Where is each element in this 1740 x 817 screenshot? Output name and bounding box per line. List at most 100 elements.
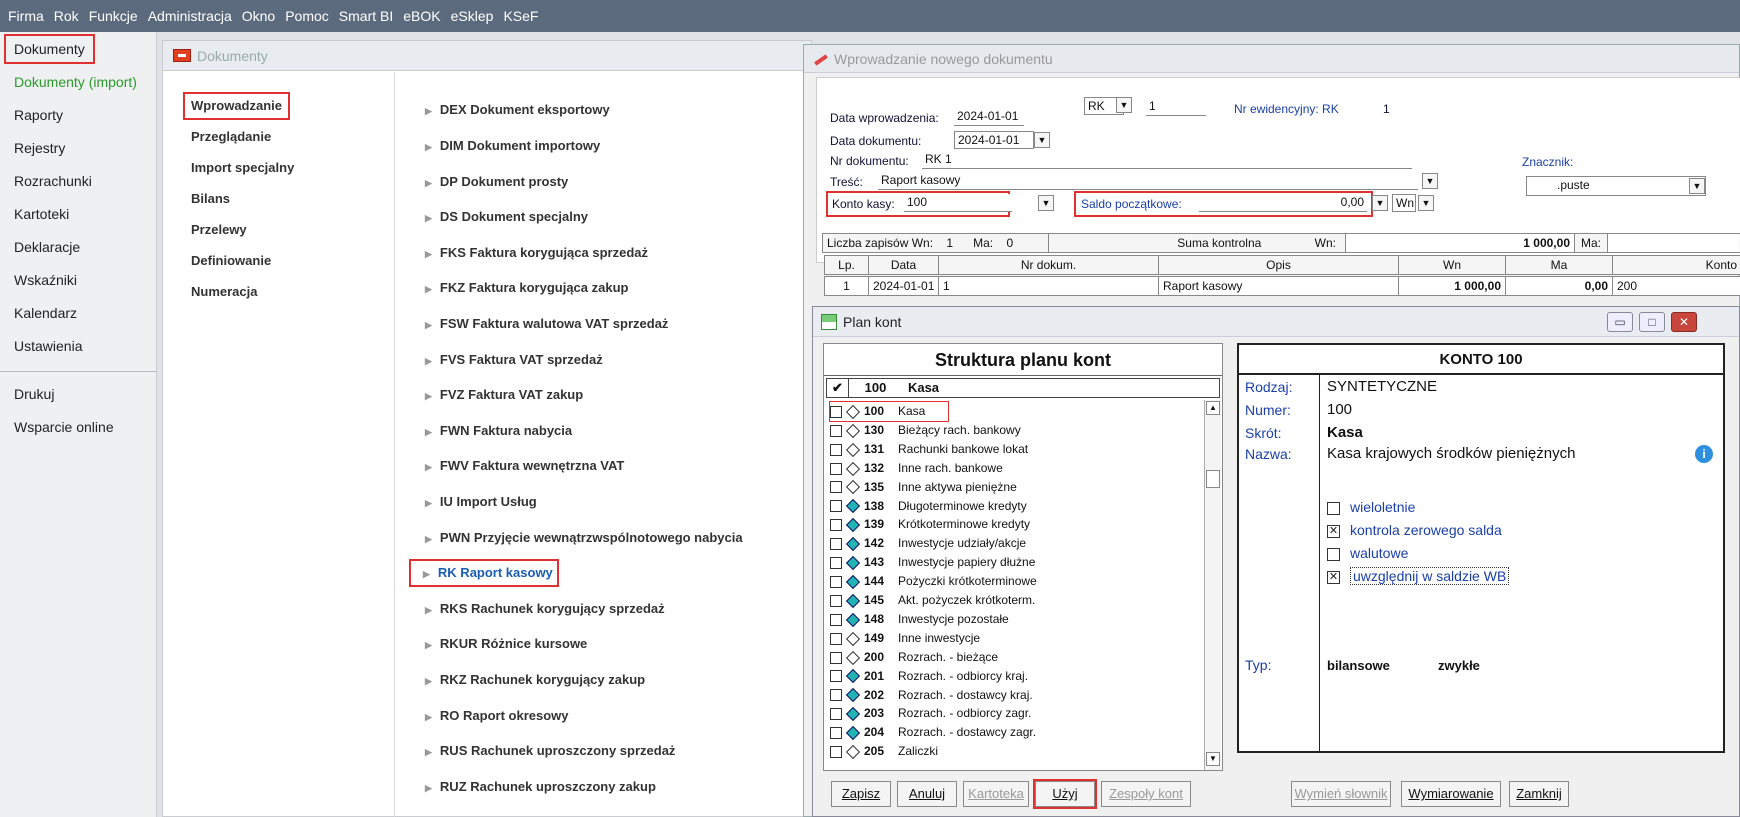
saldo-dropdown-icon[interactable]: ▼	[1372, 195, 1388, 211]
info-icon[interactable]: i	[1695, 445, 1713, 463]
doc-type-item[interactable]: ▶ FWV Faktura wewnętrzna VAT	[413, 454, 628, 478]
data-dokumentu-field[interactable]: 2024-01-01	[954, 131, 1034, 149]
col-nr-dokum[interactable]: Nr dokum.	[939, 256, 1159, 274]
scroll-down-icon[interactable]: ▼	[1206, 752, 1220, 766]
checkbox-icon[interactable]	[830, 708, 842, 721]
nav-item-dokumenty[interactable]: Dokumenty	[4, 34, 95, 64]
checkbox-icon[interactable]	[830, 519, 842, 532]
nr-dokumentu-field[interactable]: RK 1	[922, 151, 1412, 169]
col-ma[interactable]: Ma	[1506, 256, 1613, 274]
account-row[interactable]: 148 Inwestycje pozostałe	[830, 610, 1009, 629]
close-icon[interactable]: ✕	[1671, 312, 1697, 332]
kartoteka-button[interactable]: Kartoteka	[963, 781, 1029, 807]
tresc-field[interactable]: Raport kasowy	[878, 172, 1418, 190]
calendar-dropdown-icon[interactable]: ▼	[1034, 132, 1050, 148]
nav-item-dokumenty-import[interactable]: Dokumenty (import)	[6, 69, 145, 95]
sub-item-definiowanie[interactable]: Definiowanie	[185, 249, 277, 273]
checkbox-wieloletnie[interactable]: wieloletnie	[1327, 499, 1415, 515]
sub-item-bilans[interactable]: Bilans	[185, 187, 236, 211]
nav-item-ustawienia[interactable]: Ustawienia	[6, 333, 90, 359]
account-row[interactable]: 145 Akt. pożyczek krótkoterm.	[830, 591, 1035, 610]
doc-type-item[interactable]: ▶ RO Raport okresowy	[413, 704, 573, 728]
menu-pomoc[interactable]: Pomoc	[285, 8, 329, 24]
tree-scrollbar[interactable]: ▲ ▼	[1204, 400, 1221, 770]
doc-type-item[interactable]: ▶ FVS Faktura VAT sprzedaż	[413, 348, 607, 372]
account-row[interactable]: 100 Kasa	[829, 401, 949, 422]
menu-funkcje[interactable]: Funkcje	[89, 8, 138, 24]
checkbox-icon[interactable]	[830, 481, 842, 494]
konto-dropdown-icon[interactable]: ▼	[1038, 195, 1054, 211]
doc-type-item[interactable]: ▶ FVZ Faktura VAT zakup	[413, 383, 587, 407]
menu-firma[interactable]: Firma	[8, 8, 44, 24]
sub-item-numeracja[interactable]: Numeracja	[185, 280, 263, 304]
menu-rok[interactable]: Rok	[54, 8, 79, 24]
doc-type-item[interactable]: ▶ DS Dokument specjalny	[413, 205, 592, 229]
col-wn[interactable]: Wn	[1399, 256, 1506, 274]
account-row[interactable]: 201 Rozrach. - odbiorcy kraj.	[830, 667, 1028, 686]
checkbox-icon[interactable]	[830, 405, 842, 418]
checkbox-icon[interactable]	[830, 538, 842, 551]
checkbox-icon[interactable]	[830, 727, 842, 740]
zapisz-button[interactable]: Zapisz	[831, 781, 891, 807]
nav-item-rozrachunki[interactable]: Rozrachunki	[6, 168, 100, 194]
col-opis[interactable]: Opis	[1159, 256, 1399, 274]
wymien-slownik-button[interactable]: Wymień słownik	[1291, 781, 1391, 807]
nav-item-drukuj[interactable]: Drukuj	[6, 381, 62, 407]
doc-type-item[interactable]: ▶ RUZ Rachunek uproszczony zakup	[413, 775, 660, 799]
nav-item-kartoteki[interactable]: Kartoteki	[6, 201, 77, 227]
doc-type-item[interactable]: ▶ DIM Dokument importowy	[413, 134, 604, 158]
nav-item-deklaracje[interactable]: Deklaracje	[6, 234, 88, 260]
tresc-dropdown-icon[interactable]: ▼	[1422, 173, 1438, 189]
doc-type-item[interactable]: ▶ FKZ Faktura korygująca zakup	[413, 276, 632, 300]
checkbox-icon[interactable]	[830, 575, 842, 588]
doc-type-item[interactable]: ▶ PWN Przyjęcie wewnątrzwspólnotowego nab…	[413, 526, 747, 550]
doc-type-item[interactable]: ▶ RKUR Różnice kursowe	[413, 632, 591, 656]
menu-ksef[interactable]: KSeF	[503, 8, 538, 24]
menu-okno[interactable]: Okno	[242, 8, 275, 24]
rk-dropdown-icon[interactable]: ▼	[1116, 97, 1132, 113]
zespoly-kont-button[interactable]: Zespoły kont	[1101, 781, 1191, 807]
checkbox-icon[interactable]	[830, 613, 842, 626]
table-row[interactable]: 1 2024-01-01 1 Raport kasowy 1 000,00 0,…	[824, 276, 1740, 296]
menu-ebok[interactable]: eBOK	[403, 8, 440, 24]
account-row[interactable]: 132 Inne rach. bankowe	[830, 459, 1003, 478]
account-row[interactable]: 143 Inwestycje papiery dłużne	[830, 553, 1035, 572]
menu-smart-bi[interactable]: Smart BI	[339, 8, 393, 24]
checkbox-icon[interactable]	[830, 500, 842, 513]
doc-type-item[interactable]: ▶ DP Dokument prosty	[413, 170, 572, 194]
account-row[interactable]: 149 Inne inwestycje	[830, 629, 980, 648]
col-data[interactable]: Data	[869, 256, 939, 274]
anuluj-button[interactable]: Anuluj	[897, 781, 957, 807]
checkbox-icon[interactable]	[830, 594, 842, 607]
account-row[interactable]: 130 Bieżący rach. bankowy	[830, 421, 1021, 440]
nav-item-raporty[interactable]: Raporty	[6, 102, 71, 128]
nav-item-wskazniki[interactable]: Wskaźniki	[6, 267, 85, 293]
side-dropdown-icon[interactable]: ▼	[1418, 195, 1434, 211]
scroll-thumb[interactable]	[1206, 470, 1220, 488]
account-row[interactable]: 203 Rozrach. - odbiorcy zagr.	[830, 704, 1031, 723]
konto-kasy-field[interactable]: 100	[904, 194, 1012, 212]
account-row[interactable]: 131 Rachunki bankowe lokat	[830, 440, 1028, 459]
checkbox-icon[interactable]	[830, 670, 842, 683]
nav-item-wsparcie-online[interactable]: Wsparcie online	[6, 414, 122, 440]
maximize-icon[interactable]: □	[1639, 312, 1665, 332]
doc-type-item[interactable]: ▶ RKS Rachunek korygujący sprzedaż	[413, 597, 669, 621]
checkbox-kontrola-zerowego-salda[interactable]: ✕ kontrola zerowego salda	[1327, 522, 1502, 538]
saldo-side-field[interactable]: Wn	[1392, 194, 1416, 212]
doc-type-item[interactable]: ▶ FSW Faktura walutowa VAT sprzedaż	[413, 312, 672, 336]
doc-type-item[interactable]: ▶ RUS Rachunek uproszczony sprzedaż	[413, 739, 679, 763]
checkbox-icon[interactable]	[830, 689, 842, 702]
account-row[interactable]: 139 Krótkoterminowe kredyty	[830, 515, 1030, 534]
checkbox-icon[interactable]	[830, 746, 842, 759]
nav-item-kalendarz[interactable]: Kalendarz	[6, 300, 85, 326]
account-row[interactable]: 142 Inwestycje udziały/akcje	[830, 534, 1026, 553]
col-lp[interactable]: Lp.	[825, 256, 869, 274]
menu-administracja[interactable]: Administracja	[148, 8, 232, 24]
col-konto[interactable]: Konto	[1613, 256, 1740, 274]
sub-item-przegladanie[interactable]: Przeglądanie	[185, 125, 277, 149]
wymiarowanie-button[interactable]: Wymiarowanie	[1401, 781, 1501, 807]
checkbox-icon[interactable]	[830, 462, 842, 475]
account-row[interactable]: 135 Inne aktywa pieniężne	[830, 478, 1017, 497]
menu-esklep[interactable]: eSklep	[451, 8, 494, 24]
checkbox-icon[interactable]	[830, 651, 842, 664]
